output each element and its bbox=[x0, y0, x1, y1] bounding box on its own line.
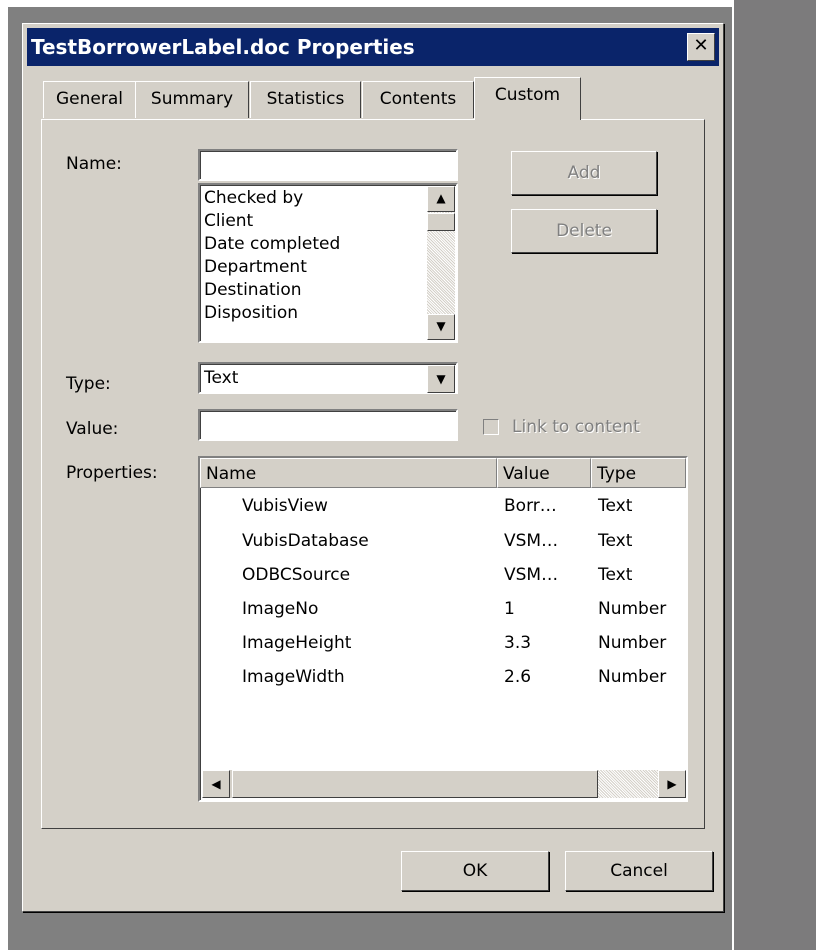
property-value: Borr… bbox=[504, 496, 557, 516]
properties-list[interactable]: Name Value Type VubisView Borr… Text Vub… bbox=[198, 456, 688, 802]
list-item[interactable]: Disposition bbox=[204, 302, 340, 325]
tab-contents[interactable]: Contents bbox=[362, 81, 474, 118]
link-to-content-checkbox[interactable] bbox=[483, 419, 499, 435]
name-field[interactable] bbox=[198, 149, 458, 181]
property-type: Number bbox=[598, 667, 667, 687]
add-label: Add bbox=[567, 163, 601, 183]
column-header-name[interactable]: Name bbox=[200, 458, 497, 488]
column-label: Name bbox=[206, 464, 257, 484]
property-value: VSM… bbox=[504, 531, 559, 551]
property-name: ImageNo bbox=[242, 599, 319, 619]
property-type: Text bbox=[598, 496, 633, 516]
scroll-thumb[interactable] bbox=[427, 213, 455, 231]
property-name: VubisView bbox=[242, 496, 328, 516]
table-row[interactable]: VubisView Borr… Text bbox=[200, 490, 685, 524]
list-item[interactable]: Department bbox=[204, 256, 340, 279]
property-name: ImageHeight bbox=[242, 633, 352, 653]
column-label: Value bbox=[503, 464, 550, 484]
ok-button[interactable]: OK bbox=[401, 851, 549, 891]
property-type: Text bbox=[598, 565, 633, 585]
delete-label: Delete bbox=[556, 221, 612, 241]
add-button[interactable]: Add bbox=[511, 151, 657, 195]
window-title: TestBorrowerLabel.doc Properties bbox=[31, 35, 415, 59]
list-vertical-scrollbar[interactable]: ▲ ▼ bbox=[427, 186, 455, 340]
column-header-value[interactable]: Value bbox=[497, 458, 591, 488]
type-label: Type: bbox=[66, 374, 111, 394]
scroll-thumb[interactable] bbox=[232, 770, 598, 798]
value-label: Value: bbox=[66, 419, 119, 439]
scroll-track[interactable] bbox=[598, 770, 658, 798]
tab-label: Summary bbox=[150, 89, 234, 109]
type-select[interactable]: Text ▼ bbox=[198, 362, 458, 394]
property-value: 1 bbox=[504, 599, 515, 619]
property-name: VubisDatabase bbox=[242, 531, 369, 551]
value-field[interactable] bbox=[198, 409, 458, 441]
property-type: Number bbox=[598, 633, 667, 653]
table-row[interactable]: ImageWidth 2.6 Number bbox=[200, 661, 685, 695]
tab-label: Statistics bbox=[266, 89, 345, 109]
name-listbox[interactable]: Checked by Client Date completed Departm… bbox=[198, 183, 458, 343]
custom-tab-panel: Name: Checked by Client Date completed D… bbox=[41, 119, 705, 829]
property-type: Number bbox=[598, 599, 667, 619]
cancel-button[interactable]: Cancel bbox=[565, 851, 713, 891]
property-value: 2.6 bbox=[504, 667, 532, 687]
delete-button[interactable]: Delete bbox=[511, 209, 657, 253]
property-name: ODBCSource bbox=[242, 565, 351, 585]
properties-dialog: TestBorrowerLabel.doc Properties ✕ Gener… bbox=[22, 23, 724, 912]
up-arrow-icon[interactable]: ▲ bbox=[427, 186, 455, 212]
properties-label: Properties: bbox=[66, 463, 158, 483]
list-item[interactable]: Checked by bbox=[204, 187, 340, 210]
property-value: VSM… bbox=[504, 565, 559, 585]
table-row[interactable]: VubisDatabase VSM… Text bbox=[200, 525, 685, 559]
desktop-strip bbox=[734, 0, 816, 950]
tab-label: Custom bbox=[494, 85, 561, 105]
close-icon: ✕ bbox=[693, 35, 709, 56]
property-name: ImageWidth bbox=[242, 667, 345, 687]
tab-label: Contents bbox=[379, 89, 457, 109]
property-type: Text bbox=[598, 531, 633, 551]
horizontal-scrollbar[interactable]: ◀ ▶ bbox=[202, 770, 686, 798]
column-label: Type bbox=[597, 464, 637, 484]
table-row[interactable]: ImageNo 1 Number bbox=[200, 593, 685, 627]
left-arrow-icon[interactable]: ◀ bbox=[202, 770, 230, 798]
ok-label: OK bbox=[462, 861, 488, 881]
tab-custom[interactable]: Custom bbox=[474, 77, 581, 120]
list-item[interactable]: Destination bbox=[204, 279, 340, 302]
tab-label: General bbox=[56, 89, 123, 109]
cancel-label: Cancel bbox=[610, 861, 668, 881]
title-bar[interactable]: TestBorrowerLabel.doc Properties ✕ bbox=[27, 28, 719, 66]
link-to-content-label: Link to content bbox=[512, 417, 640, 437]
tab-general[interactable]: General bbox=[43, 81, 136, 118]
table-row[interactable]: ODBCSource VSM… Text bbox=[200, 559, 685, 593]
list-item[interactable]: Client bbox=[204, 210, 340, 233]
tab-statistics[interactable]: Statistics bbox=[250, 81, 361, 118]
down-arrow-icon[interactable]: ▼ bbox=[427, 314, 455, 340]
right-arrow-icon[interactable]: ▶ bbox=[658, 770, 686, 798]
column-header-type[interactable]: Type bbox=[591, 458, 686, 488]
table-row[interactable]: ImageHeight 3.3 Number bbox=[200, 627, 685, 661]
close-button[interactable]: ✕ bbox=[687, 33, 715, 61]
name-label: Name: bbox=[66, 154, 122, 174]
list-item[interactable]: Date completed bbox=[204, 233, 340, 256]
type-selected-value: Text bbox=[204, 368, 239, 388]
dropdown-arrow-icon[interactable]: ▼ bbox=[427, 365, 455, 393]
name-list: Checked by Client Date completed Departm… bbox=[204, 187, 340, 325]
tab-summary[interactable]: Summary bbox=[135, 81, 249, 118]
property-value: 3.3 bbox=[504, 633, 532, 653]
